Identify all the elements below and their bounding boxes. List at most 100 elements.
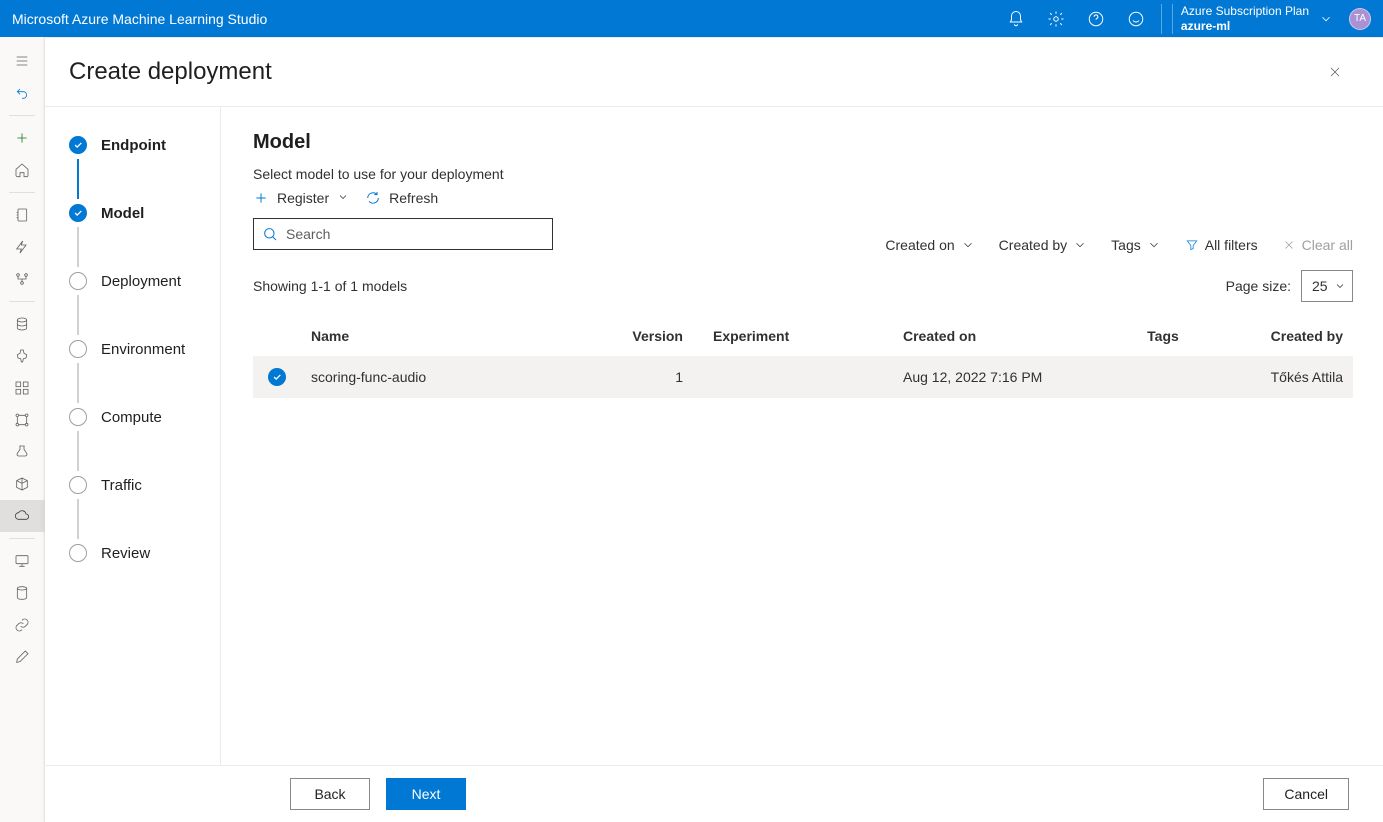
rail-linked-icon[interactable] — [0, 609, 45, 641]
rail-add-icon[interactable] — [0, 122, 45, 154]
step-connector — [77, 363, 79, 403]
avatar[interactable]: TA — [1349, 8, 1371, 30]
rail-data-icon[interactable] — [0, 308, 45, 340]
plus-icon — [253, 190, 269, 206]
filter-created-by[interactable]: Created by — [999, 237, 1087, 253]
rail-menu-icon[interactable] — [0, 45, 45, 77]
rail-compute-icon[interactable] — [0, 545, 45, 577]
model-toolbar: Register Refresh — [253, 190, 1353, 206]
rail-undo-icon[interactable] — [0, 77, 45, 109]
rail-environments-icon[interactable] — [0, 436, 45, 468]
row-selected-icon[interactable] — [268, 368, 286, 386]
step-deployment[interactable]: Deployment — [69, 267, 220, 295]
col-version[interactable]: Version — [613, 316, 693, 356]
rail-datastore-icon[interactable] — [0, 577, 45, 609]
filter-icon — [1185, 238, 1199, 252]
workspace-name: azure-ml — [1181, 19, 1309, 34]
create-deployment-dialog: Create deployment Endpoint Model Deploym… — [45, 37, 1383, 822]
rail-home-icon[interactable] — [0, 154, 45, 186]
results-count: Showing 1-1 of 1 models — [253, 278, 407, 294]
step-connector — [77, 295, 79, 335]
back-button[interactable]: Back — [290, 778, 370, 810]
step-connector — [77, 227, 79, 267]
page-size-select[interactable]: 25 — [1301, 270, 1353, 302]
rail-labeling-icon[interactable] — [0, 641, 45, 673]
close-button[interactable] — [1319, 56, 1351, 88]
header-icon-group: Azure Subscription Plan azure-ml TA — [997, 0, 1371, 37]
refresh-icon — [365, 190, 381, 206]
refresh-button[interactable]: Refresh — [365, 190, 438, 206]
feedback-icon[interactable] — [1117, 0, 1155, 37]
notifications-icon[interactable] — [997, 0, 1035, 37]
table-row[interactable]: scoring-func-audio 1 Aug 12, 2022 7:16 P… — [253, 356, 1353, 398]
rail-separator — [9, 301, 35, 302]
cancel-button[interactable]: Cancel — [1263, 778, 1349, 810]
section-title: Model — [253, 131, 1353, 154]
chevron-down-icon — [1147, 238, 1161, 252]
chevron-down-icon — [1334, 280, 1346, 292]
col-created-on[interactable]: Created on — [893, 316, 1093, 356]
chevron-down-icon — [1319, 12, 1333, 26]
dialog-body: Endpoint Model Deployment Environment Co… — [45, 106, 1383, 765]
rail-pipelines-icon[interactable] — [0, 404, 45, 436]
cell-experiment — [693, 356, 893, 398]
step-connector — [77, 499, 79, 539]
settings-icon[interactable] — [1037, 0, 1075, 37]
cell-created-by: Tőkés Attila — [1233, 356, 1353, 398]
chevron-down-icon — [337, 190, 349, 206]
subscription-picker[interactable]: Azure Subscription Plan azure-ml — [1161, 4, 1339, 34]
page-size-label: Page size: — [1226, 278, 1291, 294]
step-endpoint[interactable]: Endpoint — [69, 131, 220, 159]
col-experiment[interactable]: Experiment — [693, 316, 893, 356]
cell-name: scoring-func-audio — [301, 356, 613, 398]
col-name[interactable]: Name — [301, 316, 613, 356]
step-connector — [77, 159, 79, 199]
rail-endpoints-icon[interactable] — [0, 500, 45, 532]
dialog-footer: Back Next Cancel — [44, 765, 1383, 822]
chevron-down-icon — [961, 238, 975, 252]
rail-jobs-icon[interactable] — [0, 340, 45, 372]
cell-tags — [1093, 356, 1233, 398]
section-subtitle: Select model to use for your deployment — [253, 166, 1353, 182]
rail-automl-icon[interactable] — [0, 231, 45, 263]
step-environment[interactable]: Environment — [69, 335, 220, 363]
main-content: Model Select model to use for your deplo… — [221, 107, 1383, 765]
rail-designer-icon[interactable] — [0, 263, 45, 295]
subscription-name: Azure Subscription Plan — [1181, 4, 1309, 19]
step-review[interactable]: Review — [69, 539, 220, 567]
filter-tags[interactable]: Tags — [1111, 237, 1161, 253]
help-icon[interactable] — [1077, 0, 1115, 37]
wizard-stepper: Endpoint Model Deployment Environment Co… — [45, 107, 221, 765]
filter-created-on[interactable]: Created on — [885, 237, 974, 253]
col-created-by[interactable]: Created by — [1233, 316, 1353, 356]
app-title: Microsoft Azure Machine Learning Studio — [12, 11, 997, 27]
rail-separator — [9, 115, 35, 116]
rail-separator — [9, 192, 35, 193]
step-model[interactable]: Model — [69, 199, 220, 227]
rail-separator — [9, 538, 35, 539]
rail-models-icon[interactable] — [0, 468, 45, 500]
search-input[interactable] — [286, 226, 544, 242]
rail-notebooks-icon[interactable] — [0, 199, 45, 231]
cell-version: 1 — [613, 356, 693, 398]
rail-components-icon[interactable] — [0, 372, 45, 404]
global-header: Microsoft Azure Machine Learning Studio … — [0, 0, 1383, 37]
chevron-down-icon — [1073, 238, 1087, 252]
clear-all-button: Clear all — [1282, 237, 1353, 253]
all-filters-button[interactable]: All filters — [1185, 237, 1258, 253]
col-tags[interactable]: Tags — [1093, 316, 1233, 356]
search-input-wrapper[interactable] — [253, 218, 553, 250]
page-size-control: Page size: 25 — [1226, 270, 1353, 302]
step-connector — [77, 431, 79, 471]
step-compute[interactable]: Compute — [69, 403, 220, 431]
cell-created-on: Aug 12, 2022 7:16 PM — [893, 356, 1093, 398]
results-bar: Showing 1-1 of 1 models Page size: 25 — [253, 270, 1353, 302]
dialog-title: Create deployment — [69, 58, 1319, 86]
left-rail — [0, 37, 45, 822]
filter-bar: Created on Created by Tags All filters — [885, 237, 1353, 253]
next-button[interactable]: Next — [386, 778, 466, 810]
register-button[interactable]: Register — [253, 190, 349, 206]
models-table: Name Version Experiment Created on Tags … — [253, 316, 1353, 398]
dialog-header: Create deployment — [45, 38, 1383, 106]
step-traffic[interactable]: Traffic — [69, 471, 220, 499]
